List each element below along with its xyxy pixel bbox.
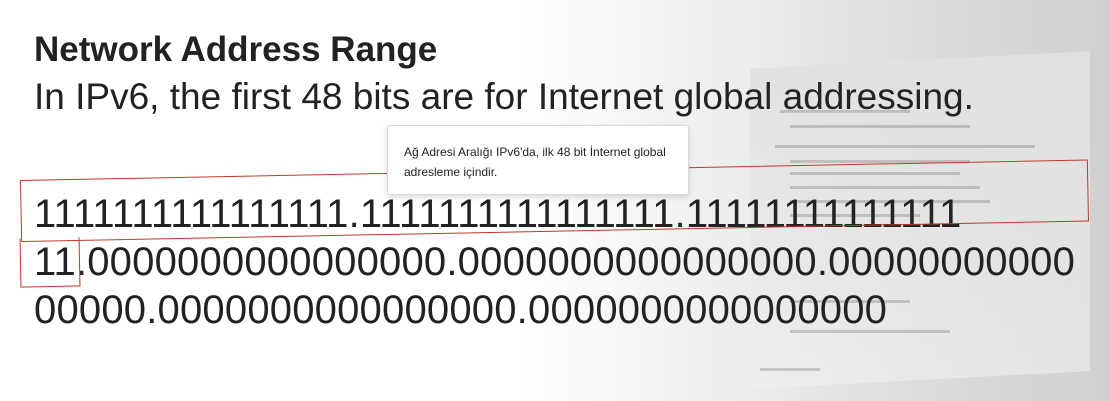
tooltip-text: Ağ Adresi Aralığı IPv6'da, ilk 48 bit İn… [404,145,666,179]
highlight-box-tail [19,237,81,288]
translation-tooltip: Ağ Adresi Aralığı IPv6'da, ilk 48 bit İn… [387,125,689,195]
slide-title: Network Address Range [34,30,438,69]
binary-line-3: 00000.0000000000000000.0000000000000000 [34,288,888,332]
slide: Network Address Range In IPv6, the first… [0,0,1110,401]
slide-subtitle: In IPv6, the first 48 bits are for Inter… [34,76,974,117]
binary-line-2: 11.0000000000000000.0000000000000000.000… [34,240,1076,284]
